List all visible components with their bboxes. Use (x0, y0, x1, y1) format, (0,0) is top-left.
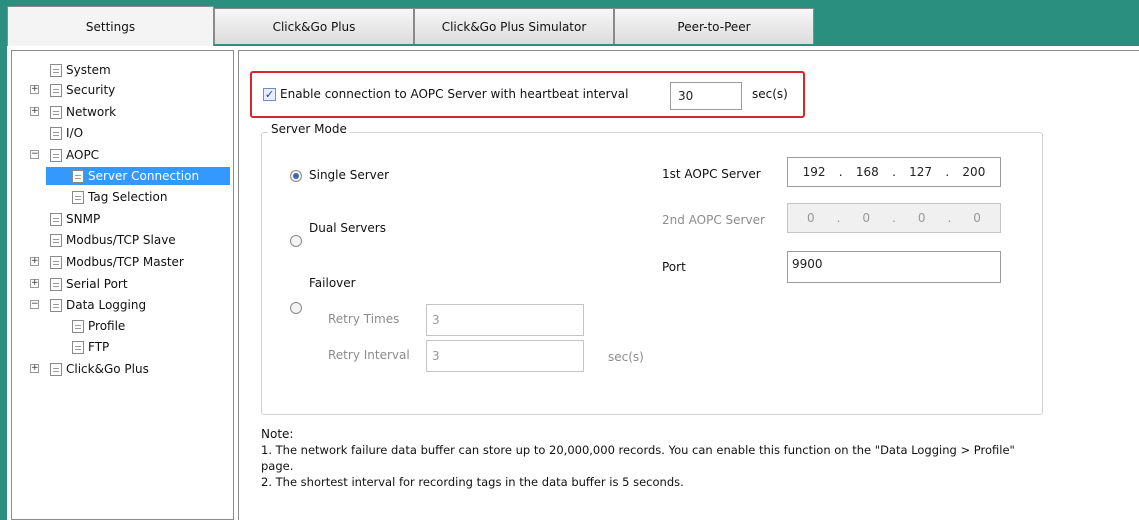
tab-clickgo-plus[interactable]: Click&Go Plus (214, 8, 414, 44)
tree-item-modbus-master[interactable]: Modbus/TCP Master (50, 253, 184, 271)
tree-item-aopc[interactable]: AOPC (50, 146, 99, 164)
page-icon (50, 126, 62, 140)
note-title: Note: (261, 427, 294, 441)
dual-servers-label[interactable]: Dual Servers (309, 221, 386, 235)
page-icon (50, 148, 62, 162)
page-icon (50, 105, 62, 119)
second-aopc-server-label: 2nd AOPC Server (662, 213, 765, 227)
page-icon (50, 298, 62, 312)
tree-item-profile[interactable]: Profile (72, 317, 125, 335)
ip-dot: . (947, 211, 952, 225)
tree-item-serial-port[interactable]: Serial Port (50, 275, 128, 293)
ip-octet[interactable]: 0 (918, 211, 926, 225)
tab-clickgo-plus-simulator[interactable]: Click&Go Plus Simulator (414, 8, 614, 44)
single-server-radio[interactable] (290, 170, 302, 182)
single-server-label[interactable]: Single Server (309, 168, 389, 182)
tree-label: Click&Go Plus (66, 362, 149, 376)
page-icon (50, 83, 62, 97)
tree-label: Modbus/TCP Slave (66, 233, 176, 247)
ip-octet[interactable]: 0 (862, 211, 870, 225)
enable-aopc-label: Enable connection to AOPC Server with he… (280, 87, 629, 101)
ip-dot: . (838, 165, 843, 179)
enable-aopc-checkbox[interactable]: ✓ (263, 88, 276, 101)
tree-item-ftp[interactable]: FTP (72, 338, 109, 356)
heartbeat-unit-label: sec(s) (752, 87, 788, 101)
retry-times-input[interactable]: 3 (426, 304, 584, 336)
tree-item-system[interactable]: System (50, 61, 111, 79)
tree-label: Security (66, 83, 116, 97)
tree-label: Serial Port (66, 277, 128, 291)
page-icon (50, 362, 62, 376)
note-line-1-cont: page. (261, 459, 294, 473)
port-label: Port (662, 260, 686, 274)
expand-icon[interactable]: + (30, 279, 39, 288)
tree-label: Tag Selection (88, 190, 168, 204)
ip-octet[interactable]: 0 (807, 211, 815, 225)
expand-icon[interactable]: + (30, 107, 39, 116)
first-aopc-server-label: 1st AOPC Server (662, 167, 761, 181)
tree-item-io[interactable]: I/O (50, 124, 83, 142)
page-icon (72, 340, 84, 354)
heartbeat-interval-input[interactable]: 30 (670, 82, 742, 110)
expand-icon[interactable]: + (30, 257, 39, 266)
port-input[interactable]: 9900 (787, 251, 1001, 283)
dual-servers-radio[interactable] (290, 235, 302, 247)
ip-dot: . (892, 211, 896, 225)
tree-label: Data Logging (66, 298, 147, 312)
ip-dot: . (945, 165, 950, 179)
ip-octet[interactable]: 168 (856, 165, 879, 179)
failover-radio[interactable] (290, 302, 302, 314)
tab-settings[interactable]: Settings (7, 6, 214, 46)
collapse-icon[interactable]: − (30, 300, 39, 309)
page-icon (72, 190, 84, 204)
tree-label: I/O (66, 126, 84, 140)
ip-dot: . (892, 165, 896, 179)
tree-item-data-logging[interactable]: Data Logging (50, 296, 146, 314)
page-icon (72, 169, 84, 183)
page-icon (50, 212, 62, 226)
ip-octet[interactable]: 200 (962, 165, 985, 179)
ip-octet[interactable]: 0 (973, 211, 981, 225)
tree-label: AOPC (66, 148, 100, 162)
tree-item-modbus-slave[interactable]: Modbus/TCP Slave (50, 231, 176, 249)
tree-item-tag-selection[interactable]: Tag Selection (72, 188, 167, 206)
expand-icon[interactable]: + (30, 85, 39, 94)
expand-icon[interactable]: + (30, 364, 39, 373)
window-frame-edge (0, 46, 7, 520)
ip-octet[interactable]: 127 (909, 165, 932, 179)
ip-dot: . (836, 211, 841, 225)
tree-item-snmp[interactable]: SNMP (50, 210, 100, 228)
tree-label: Modbus/TCP Master (66, 255, 184, 269)
tree-label: Server Connection (88, 169, 200, 183)
tree-label: SNMP (66, 212, 101, 226)
retry-interval-unit: sec(s) (608, 350, 644, 364)
collapse-icon[interactable]: − (30, 150, 39, 159)
tree-item-network[interactable]: Network (50, 103, 116, 121)
retry-interval-input[interactable]: 3 (426, 340, 584, 372)
note-line-2: 2. The shortest interval for recording t… (261, 475, 684, 489)
first-aopc-server-ip-input[interactable]: 192 . 168 . 127 . 200 (787, 157, 1001, 187)
server-mode-legend: Server Mode (268, 122, 350, 136)
note-line-1: 1. The network failure data buffer can s… (261, 443, 1015, 457)
retry-times-label: Retry Times (328, 312, 400, 326)
tree-label: System (66, 63, 111, 77)
tree-label: Profile (88, 319, 126, 333)
ip-octet[interactable]: 192 (803, 165, 826, 179)
page-icon (50, 277, 62, 291)
tab-peer-to-peer[interactable]: Peer-to-Peer (614, 8, 814, 44)
tree-item-clickgo-plus[interactable]: Click&Go Plus (50, 360, 149, 378)
second-aopc-server-ip-input[interactable]: 0 . 0 . 0 . 0 (787, 203, 1001, 233)
retry-interval-label: Retry Interval (328, 348, 410, 362)
page-icon (50, 255, 62, 269)
tree-label: FTP (88, 340, 110, 354)
failover-label[interactable]: Failover (309, 276, 356, 290)
tree-item-server-connection[interactable]: Server Connection (46, 167, 230, 185)
tree-item-security[interactable]: Security (50, 81, 115, 99)
tree-label: Network (66, 105, 117, 119)
page-icon (50, 233, 62, 247)
page-icon (72, 319, 84, 333)
settings-tree: System + Security + Network I/O − AOPC S… (11, 50, 234, 520)
page-icon (50, 63, 62, 77)
